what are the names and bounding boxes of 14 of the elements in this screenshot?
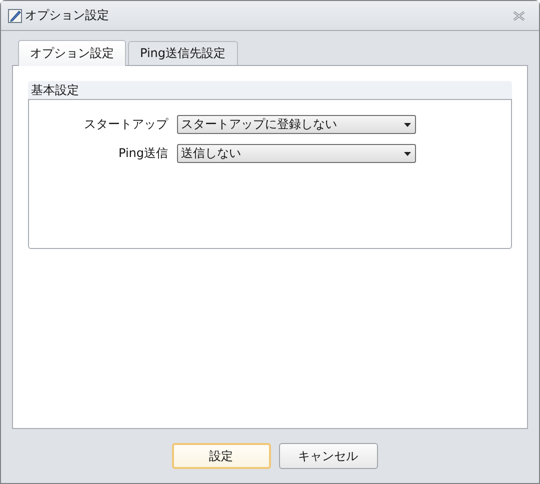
- dropdown[interactable]: 送信しない: [177, 144, 416, 163]
- group-title: 基本設定: [31, 82, 79, 98]
- notepad-icon: [7, 8, 23, 24]
- field-label: スタートアップ: [83, 116, 170, 133]
- caret-icon: [404, 152, 411, 156]
- dropdown[interactable]: スタートアップに登録しない: [177, 115, 416, 134]
- close-icon[interactable]: [513, 10, 525, 20]
- window-title: オプション設定: [25, 7, 110, 24]
- button[interactable]: キャンセル: [278, 443, 378, 469]
- button[interactable]: 設定: [172, 443, 270, 469]
- tab[interactable]: オプション設定: [18, 40, 126, 66]
- tab[interactable]: Ping送信先設定: [128, 41, 238, 65]
- caret-icon: [404, 122, 411, 126]
- field-label: Ping送信: [117, 145, 169, 162]
